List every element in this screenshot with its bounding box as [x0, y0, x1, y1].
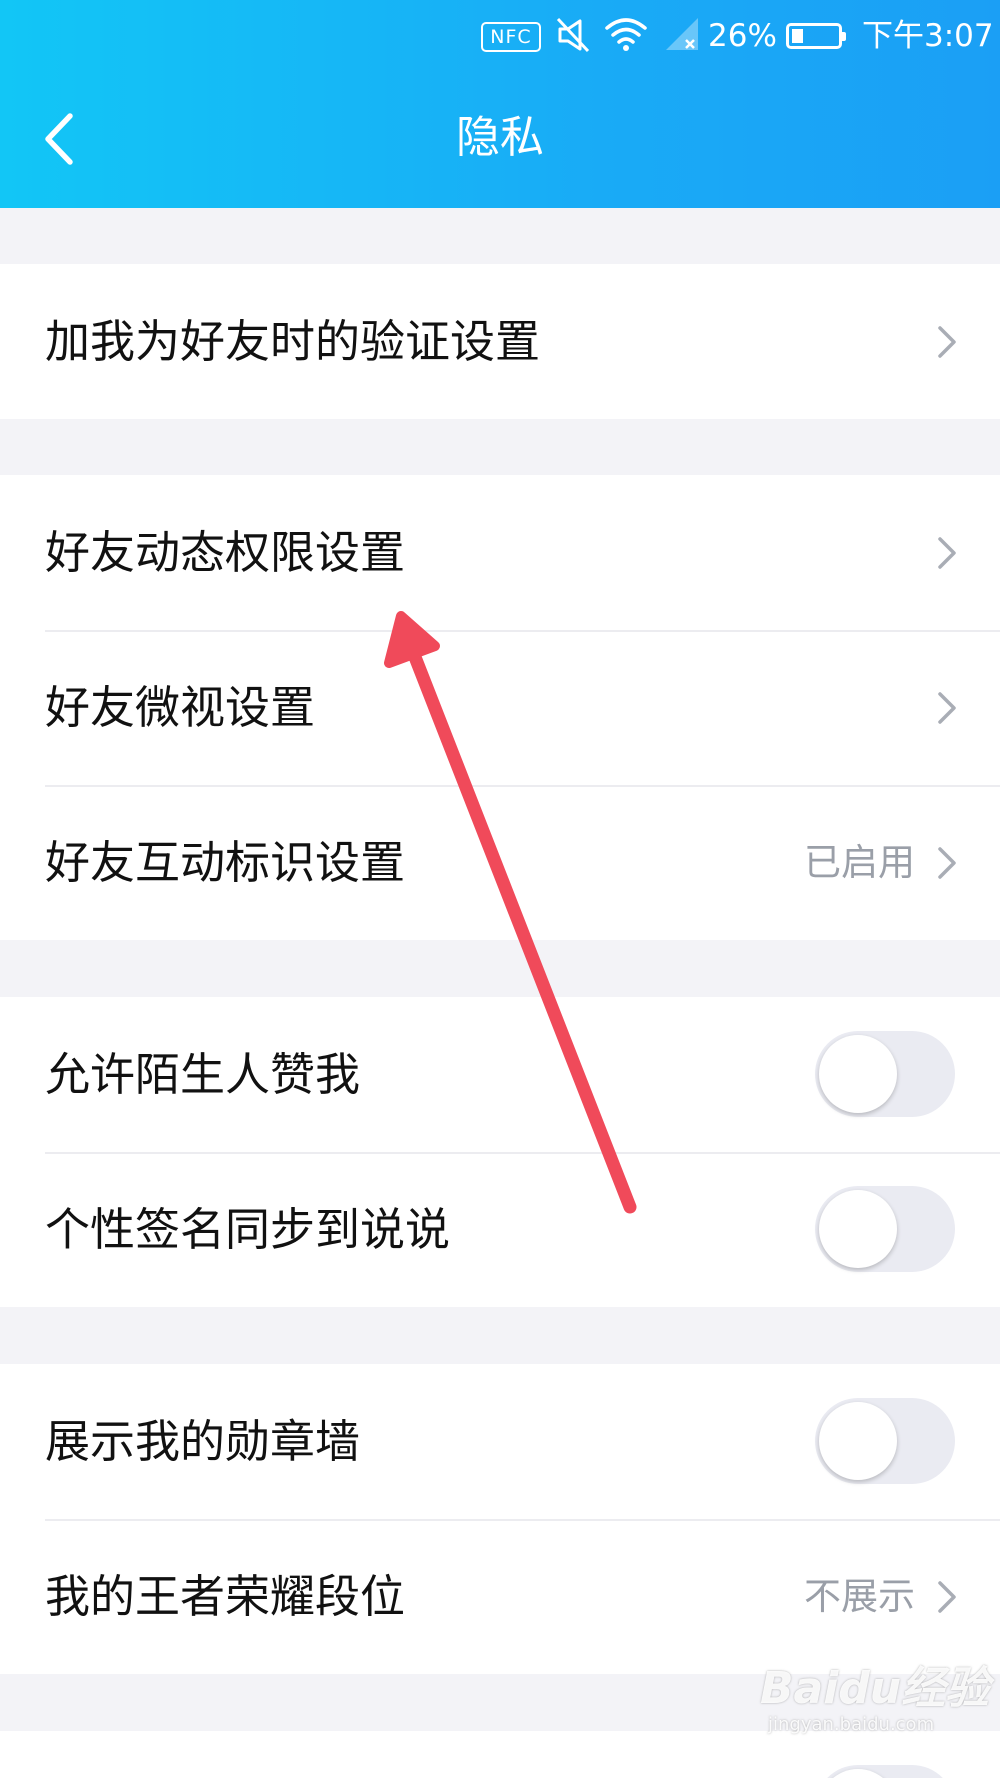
- row-label: 展示我的勋章墙: [45, 1415, 361, 1468]
- status-time: 下午3:07: [862, 18, 994, 54]
- show-medal-wall-toggle[interactable]: [815, 1398, 955, 1484]
- row-friend-weishi-settings[interactable]: 好友微视设置: [0, 630, 1000, 785]
- row-label: 允许陌生人赞我: [45, 1048, 361, 1101]
- chevron-right-icon: [938, 847, 956, 879]
- row-label: 好友微视设置: [45, 681, 316, 734]
- row-allow-stranger-likes: 允许陌生人赞我: [0, 997, 1000, 1152]
- row-friend-interaction-badge-settings[interactable]: 好友互动标识设置 已启用: [0, 785, 1000, 940]
- signal-icon: [666, 18, 698, 50]
- row-value: 已启用: [804, 841, 915, 884]
- watermark-site: jingyan.baidu.com: [768, 1714, 935, 1735]
- nfc-icon: NFC: [481, 22, 541, 52]
- allow-stranger-likes-toggle[interactable]: [815, 1031, 955, 1117]
- section-friend-verification: 加我为好友时的验证设置: [0, 264, 1000, 419]
- row-value: 不展示: [804, 1575, 915, 1618]
- row-friend-feed-permissions[interactable]: 好友动态权限设置: [0, 475, 1000, 630]
- chevron-right-icon: [938, 1581, 956, 1613]
- watermark-brand: Baidu经验: [760, 1663, 990, 1714]
- partial-toggle[interactable]: [815, 1765, 955, 1778]
- wifi-icon: [605, 18, 647, 51]
- row-sync-signature: 个性签名同步到说说: [0, 1152, 1000, 1307]
- toggle-knob: [819, 1190, 897, 1268]
- toggle-knob: [819, 1769, 897, 1778]
- row-show-medal-wall: 展示我的勋章墙: [0, 1364, 1000, 1519]
- chevron-right-icon: [938, 326, 956, 358]
- battery-icon: [786, 23, 846, 49]
- mute-icon: [556, 17, 590, 53]
- row-friend-verification-settings[interactable]: 加我为好友时的验证设置: [0, 264, 1000, 419]
- battery-percentage: 26%: [708, 18, 777, 54]
- app-header: NFC 26% 下午3:07 隐私: [0, 0, 1000, 208]
- watermark: Baidu经验 jingyan.baidu.com: [760, 1664, 989, 1736]
- row-label: 好友动态权限设置: [45, 526, 406, 579]
- toggle-knob: [819, 1402, 897, 1480]
- chevron-right-icon: [938, 537, 956, 569]
- page-title: 隐私: [456, 112, 544, 163]
- section-profile-display: 展示我的勋章墙 我的王者荣耀段位 不展示: [0, 1364, 1000, 1674]
- battery-fill: [792, 29, 804, 43]
- toggle-knob: [819, 1035, 897, 1113]
- row-label: 我的王者荣耀段位: [45, 1570, 406, 1623]
- section-toggles: 允许陌生人赞我 个性签名同步到说说: [0, 997, 1000, 1307]
- section-partial: [0, 1731, 1000, 1778]
- sync-signature-toggle[interactable]: [815, 1186, 955, 1272]
- row-honor-of-kings-rank[interactable]: 我的王者荣耀段位 不展示: [0, 1519, 1000, 1674]
- row-label: 个性签名同步到说说: [45, 1203, 451, 1256]
- row-label: 好友互动标识设置: [45, 836, 406, 889]
- chevron-right-icon: [938, 692, 956, 724]
- status-bar: NFC 26% 下午3:07: [0, 0, 1000, 72]
- section-friend-permissions: 好友动态权限设置 好友微视设置 好友互动标识设置 已启用: [0, 475, 1000, 940]
- row-label: 加我为好友时的验证设置: [45, 315, 541, 368]
